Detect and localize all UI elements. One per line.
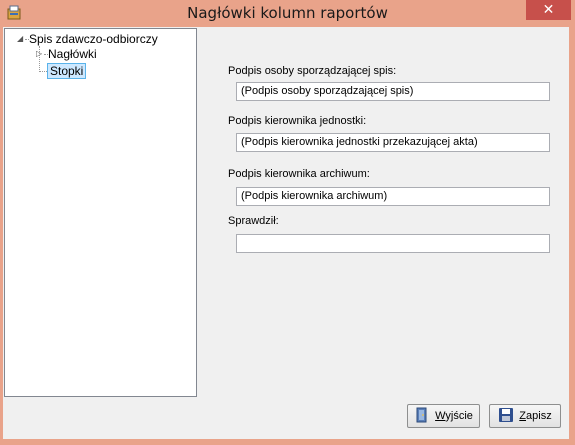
tree-item-stopki[interactable]: Stopki <box>47 63 87 79</box>
unit-head-input[interactable]: (Podpis kierownika jednostki przekazując… <box>236 133 550 152</box>
field-label-archive-head: Podpis kierownika archiwum: <box>228 168 370 180</box>
floppy-disk-icon <box>498 407 514 426</box>
exit-button[interactable]: Wyjście <box>407 404 480 428</box>
dialog-body: ◢ Spis zdawczo-odbiorczy ▷ Nagłówki Stop… <box>3 27 569 439</box>
dialog-window: Nagłówki kolumn raportów ✕ ◢ Spis zdawcz… <box>0 0 575 445</box>
expand-naglowki-icon[interactable]: ▷ <box>36 50 44 58</box>
field-label-checked-by: Sprawdził: <box>228 215 279 227</box>
exit-door-icon <box>414 407 430 426</box>
checked-by-input[interactable] <box>236 234 550 253</box>
tree-item-root[interactable]: Spis zdawczo-odbiorczy <box>29 32 158 46</box>
tree-item-naglowki[interactable]: Nagłówki <box>48 47 97 61</box>
save-button[interactable]: Zapisz <box>489 404 561 428</box>
report-tree[interactable]: ◢ Spis zdawczo-odbiorczy ▷ Nagłówki Stop… <box>4 28 197 397</box>
expand-root-icon[interactable]: ◢ <box>17 35 25 43</box>
exit-button-label: Wyjście <box>435 410 473 422</box>
tree-line <box>39 71 47 72</box>
archive-head-input[interactable]: (Podpis kierownika archiwum) <box>236 187 550 206</box>
save-button-label: Zapisz <box>519 410 552 422</box>
window-title: Nagłówki kolumn raportów <box>187 4 388 22</box>
close-button[interactable]: ✕ <box>526 0 571 20</box>
prepared-by-input[interactable]: (Podpis osoby sporządzającej spis) <box>236 82 550 101</box>
title-bar[interactable]: Nagłówki kolumn raportów ✕ <box>0 0 575 27</box>
field-label-prepared-by: Podpis osoby sporządzającej spis: <box>228 65 397 77</box>
field-label-unit-head: Podpis kierownika jednostki: <box>228 115 367 127</box>
